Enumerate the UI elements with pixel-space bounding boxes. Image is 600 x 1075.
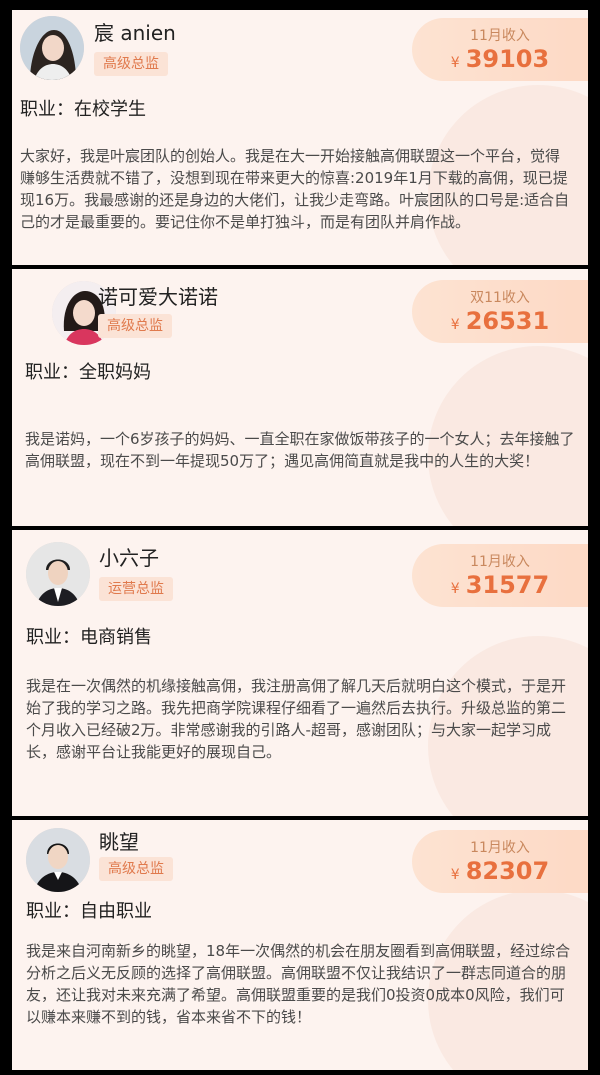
income-amount: 39103	[465, 45, 550, 73]
job-line: 职业：电商销售	[26, 623, 152, 649]
job-label: 职业：	[20, 99, 74, 120]
job-line: 职业：自由职业	[26, 897, 152, 923]
user-name: 宸 anien	[94, 21, 176, 45]
user-name: 小六子	[99, 546, 159, 570]
income-amount: 31577	[465, 571, 550, 599]
testimonial-card: 眺望 高级总监 11月收入 ¥82307 职业：自由职业 我是来自河南新乡的眺望…	[12, 820, 588, 1070]
job-value: 在校学生	[74, 99, 146, 120]
testimonial-card: 宸 anien 高级总监 11月收入 ¥39103 职业：在校学生 大家好，我是…	[12, 10, 588, 265]
testimonial-card: 小六子 运营总监 11月收入 ¥31577 职业：电商销售 我是在一次偶然的机缘…	[12, 530, 588, 816]
income-box: 11月收入 ¥31577	[412, 544, 588, 607]
avatar	[26, 828, 90, 892]
job-line: 职业：在校学生	[20, 95, 146, 121]
job-value: 电商销售	[80, 627, 152, 648]
currency-symbol: ¥	[450, 867, 460, 883]
job-label: 职业：	[26, 901, 80, 922]
income-value: ¥82307	[412, 857, 588, 885]
job-line: 职业：全职妈妈	[25, 358, 151, 384]
job-value: 自由职业	[80, 901, 152, 922]
income-label: 双11收入	[470, 290, 530, 306]
bio-text: 我是诺妈，一个6岁孩子的妈妈、一直全职在家做饭带孩子的一个女人；去年接触了高佣联…	[25, 430, 575, 470]
income-amount: 26531	[465, 307, 550, 335]
income-label: 11月收入	[470, 840, 530, 856]
avatar	[20, 16, 84, 80]
user-name: 诺可爱大诺诺	[98, 285, 218, 309]
bio-text: 大家好，我是叶宸团队的创始人。我是在大一开始接触高佣联盟这一个平台，觉得赚够生活…	[20, 147, 570, 231]
income-box: 11月收入 ¥82307	[412, 830, 588, 893]
income-value: ¥31577	[412, 571, 588, 599]
income-label: 11月收入	[470, 28, 530, 44]
income-label: 11月收入	[470, 554, 530, 570]
currency-symbol: ¥	[450, 317, 460, 333]
income-amount: 82307	[465, 857, 550, 885]
user-name: 眺望	[99, 830, 139, 854]
currency-symbol: ¥	[450, 581, 460, 597]
bio-text: 我是在一次偶然的机缘接触高佣，我注册高佣了解几天后就明白这个模式，于是开始了我的…	[26, 677, 567, 761]
income-value: ¥39103	[412, 45, 588, 73]
title-badge: 高级总监	[94, 52, 168, 76]
currency-symbol: ¥	[450, 55, 460, 71]
title-badge: 高级总监	[98, 314, 172, 338]
income-value: ¥26531	[412, 307, 588, 335]
bio-text: 我是来自河南新乡的眺望，18年一次偶然的机会在朋友圈看到高佣联盟，经过综合分析之…	[26, 942, 571, 1026]
title-badge: 高级总监	[99, 857, 173, 881]
income-box: 11月收入 ¥39103	[412, 18, 588, 81]
income-box: 双11收入 ¥26531	[412, 280, 588, 343]
avatar	[26, 542, 90, 606]
job-value: 全职妈妈	[79, 362, 151, 383]
job-label: 职业：	[26, 627, 80, 648]
testimonial-card: 诺可爱大诺诺 高级总监 双11收入 ¥26531 职业：全职妈妈 我是诺妈，一个…	[12, 269, 588, 526]
title-badge: 运营总监	[99, 577, 173, 601]
job-label: 职业：	[25, 362, 79, 383]
